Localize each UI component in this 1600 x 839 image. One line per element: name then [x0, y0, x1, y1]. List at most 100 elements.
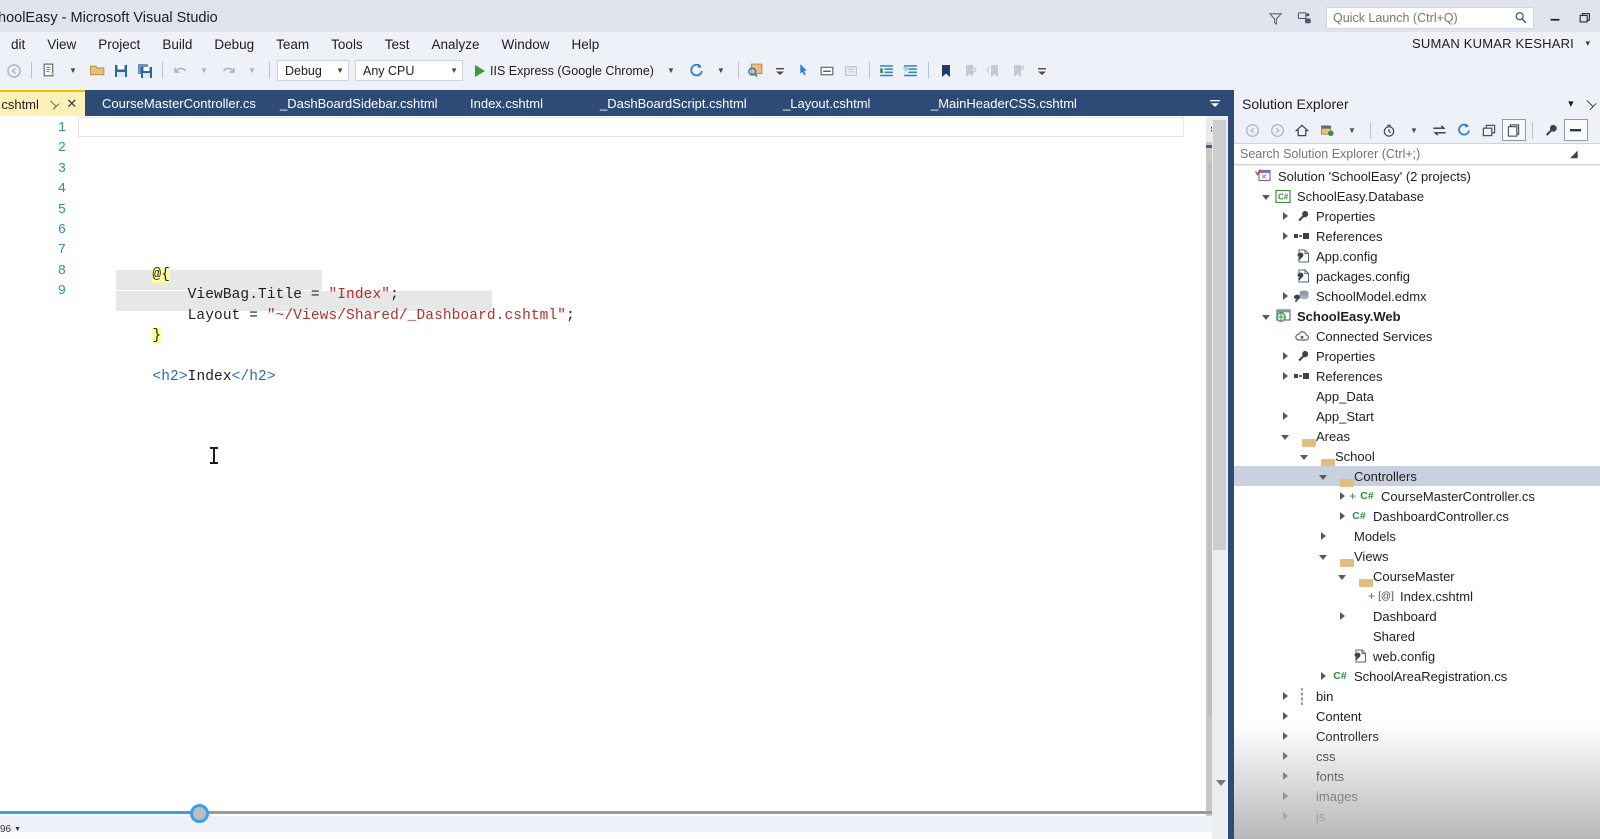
tree-item-app-data[interactable]: App_Data [1234, 386, 1600, 406]
toolbar-overflow-button[interactable] [1030, 59, 1054, 83]
browser-caret[interactable] [768, 59, 792, 83]
zoom-caret-icon[interactable]: ▼ [14, 826, 21, 833]
editor-tab-1[interactable]: CourseMasterController.cs [90, 90, 268, 116]
chevron-right-icon[interactable] [1278, 772, 1292, 780]
editor-tab-6[interactable]: _MainHeaderCSS.cshtml [919, 90, 1124, 116]
minimize-button[interactable] [1540, 3, 1570, 33]
user-dropdown-caret[interactable]: ▾ [1585, 38, 1590, 49]
editor-tab-2[interactable]: _DashBoardSidebar.cshtml [268, 90, 458, 116]
solution-configuration-combo[interactable]: Debug ▼ [277, 60, 349, 81]
pending-changes-filter-icon[interactable] [1315, 119, 1339, 141]
menu-item-analyze[interactable]: Analyze [420, 34, 490, 55]
chevron-right-icon[interactable] [1335, 612, 1349, 620]
forward-icon[interactable] [1265, 119, 1289, 141]
tree-item-images[interactable]: images [1234, 786, 1600, 806]
restore-button[interactable] [1570, 3, 1600, 33]
menu-item-tools[interactable]: Tools [320, 34, 374, 55]
editor-tab-3[interactable]: Index.cshtml [458, 90, 588, 116]
tree-item-dashboard[interactable]: Dashboard [1234, 606, 1600, 626]
tree-item-coursemastercontroller-cs[interactable]: + C# CourseMasterController.cs [1234, 486, 1600, 506]
chevron-down-icon[interactable] [1316, 472, 1330, 480]
menu-item-build[interactable]: Build [151, 34, 203, 55]
chevron-down-icon[interactable] [1335, 572, 1349, 580]
chevron-right-icon[interactable] [1278, 812, 1292, 820]
undo-caret[interactable]: ▼ [192, 59, 216, 83]
tree-item-app-config[interactable]: App.config [1234, 246, 1600, 266]
menu-item-window[interactable]: Window [490, 34, 560, 55]
filter-caret-icon[interactable]: ▼ [1340, 119, 1364, 141]
refresh-icon[interactable] [685, 59, 709, 83]
increase-indent-icon[interactable] [875, 59, 899, 83]
tree-item-views[interactable]: Views [1234, 546, 1600, 566]
chevron-right-icon[interactable] [1278, 792, 1292, 800]
signed-in-user[interactable]: SUMAN KUMAR KESHARI [1412, 36, 1574, 51]
chevron-right-icon[interactable] [1278, 732, 1292, 740]
code-editor[interactable]: 1 2 3 4 5 6 7 8 9 @{ ViewBag.Title = "Index"; La… [0, 116, 1228, 839]
refresh-icon[interactable] [1452, 119, 1476, 141]
tree-item-dashboardcontroller-cs[interactable]: C# DashboardController.cs [1234, 506, 1600, 526]
tree-item-controllers[interactable]: Controllers [1234, 726, 1600, 746]
tree-item-school[interactable]: School [1234, 446, 1600, 466]
tree-item-schooleasy-web[interactable]: SchoolEasy.Web [1234, 306, 1600, 326]
tree-item-models[interactable]: Models [1234, 526, 1600, 546]
menu-item-test[interactable]: Test [374, 34, 421, 55]
tree-item-references[interactable]: References [1234, 366, 1600, 386]
tree-item-js[interactable]: js [1234, 806, 1600, 826]
chevron-right-icon[interactable] [1278, 692, 1292, 700]
outer-scroll-thumb[interactable] [1213, 120, 1226, 550]
feedback-icon[interactable] [1290, 3, 1320, 33]
tree-item-properties[interactable]: Properties [1234, 206, 1600, 226]
chevron-down-icon[interactable] [1316, 552, 1330, 560]
navigate-backward-icon[interactable] [2, 59, 26, 83]
tree-item-connected-services[interactable]: Connected Services [1234, 326, 1600, 346]
tree-item-index-cshtml[interactable]: + [@] Index.cshtml [1234, 586, 1600, 606]
sync-with-active-document-icon[interactable] [1427, 119, 1451, 141]
browser-preview-icon[interactable] [744, 59, 768, 83]
save-all-icon[interactable] [133, 59, 157, 83]
code-text-area[interactable]: @{ ViewBag.Title = "Index"; Layout = "~/… [76, 116, 1206, 816]
chevron-right-icon[interactable] [1278, 412, 1292, 420]
preview-selected-items-icon[interactable] [1564, 119, 1588, 141]
menu-item-project[interactable]: Project [87, 34, 151, 55]
history-caret-icon[interactable]: ▼ [1402, 119, 1426, 141]
next-bookmark-icon[interactable] [982, 59, 1006, 83]
menu-item-view[interactable]: View [36, 34, 87, 55]
editor-zoom-slider[interactable]: 96 ▼ [0, 804, 1228, 839]
collapse-all-icon[interactable] [1477, 119, 1501, 141]
new-project-caret[interactable]: ▼ [61, 59, 85, 83]
decrease-indent-icon[interactable]: ? [899, 59, 923, 83]
save-icon[interactable] [109, 59, 133, 83]
clear-bookmarks-icon[interactable] [1006, 59, 1030, 83]
chevron-right-icon[interactable] [1316, 672, 1330, 680]
tree-item-web-config[interactable]: web.config [1234, 646, 1600, 666]
chevron-right-icon[interactable] [1335, 512, 1349, 520]
chevron-right-icon[interactable] [1278, 372, 1292, 380]
tree-item-fonts[interactable]: fonts [1234, 766, 1600, 786]
tab-list-dropdown[interactable] [1202, 90, 1228, 116]
new-project-icon[interactable] [37, 59, 61, 83]
previous-bookmark-icon[interactable] [958, 59, 982, 83]
solution-tree[interactable]: ✕ Solution 'SchoolEasy' (2 projects) C# Sch… [1234, 166, 1600, 839]
redo-icon[interactable] [216, 59, 240, 83]
search-dropdown-icon[interactable]: ◢ [1570, 149, 1578, 160]
quick-launch-box[interactable] [1326, 7, 1534, 29]
refresh-caret[interactable]: ▼ [709, 59, 733, 83]
solution-explorer-search[interactable]: ◢ [1234, 143, 1600, 165]
tree-item-solution-schooleasy-2-projects[interactable]: ✕ Solution 'SchoolEasy' (2 projects) [1234, 166, 1600, 186]
undo-icon[interactable] [168, 59, 192, 83]
editor-tab-5[interactable]: _Layout.cshtml [771, 90, 919, 116]
zoom-slider-knob[interactable] [190, 804, 209, 823]
comment-selection-icon[interactable] [816, 59, 840, 83]
tree-item-properties[interactable]: Properties [1234, 346, 1600, 366]
tree-item-areas[interactable]: Areas [1234, 426, 1600, 446]
chevron-right-icon[interactable] [1278, 352, 1292, 360]
chevron-right-icon[interactable] [1316, 532, 1330, 540]
quick-launch-input[interactable] [1333, 11, 1511, 25]
chevron-right-icon[interactable] [1278, 712, 1292, 720]
back-icon[interactable] [1240, 119, 1264, 141]
tree-item-controllers[interactable]: Controllers [1234, 466, 1600, 486]
chevron-right-icon[interactable] [1278, 212, 1292, 220]
menu-item-dit[interactable]: dit [0, 34, 36, 55]
start-debug-button[interactable]: IIS Express (Google Chrome) ▼ [471, 60, 679, 82]
tree-item-app-start[interactable]: App_Start [1234, 406, 1600, 426]
